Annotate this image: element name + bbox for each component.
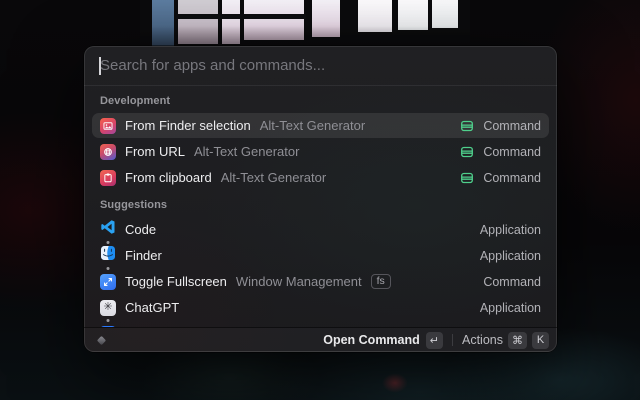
list-item-from-url[interactable]: From URL Alt-Text Generator Command — [92, 139, 549, 164]
alt-text-extension-icon — [460, 171, 474, 185]
list-item-chatgpt[interactable]: ✳ ChatGPT Application — [92, 295, 549, 320]
clipboard-icon — [100, 170, 116, 186]
results-list: Development From Finder selection Alt-Te… — [84, 87, 557, 327]
cmd-key-badge: ⌘ — [508, 332, 527, 349]
finder-icon — [100, 245, 116, 266]
list-item-from-clipboard[interactable]: From clipboard Alt-Text Generator Comman… — [92, 165, 549, 190]
row-title: Finder — [125, 248, 162, 263]
row-title: Toggle Fullscreen — [125, 274, 227, 289]
search-input[interactable] — [84, 46, 557, 85]
list-item-finder[interactable]: Finder Application — [92, 243, 549, 268]
chatgpt-icon: ✳ — [100, 300, 116, 316]
row-title: ChatGPT — [125, 300, 179, 315]
row-subtitle: Alt-Text Generator — [221, 170, 327, 185]
alt-text-extension-icon — [460, 119, 474, 133]
actions-button[interactable]: Actions ⌘ K — [462, 332, 549, 349]
alt-text-extension-icon — [460, 145, 474, 159]
row-title: From clipboard — [125, 170, 212, 185]
running-indicator — [107, 319, 110, 322]
raycast-logo-icon — [94, 333, 109, 348]
text-caret — [99, 57, 101, 75]
row-type: Command — [483, 119, 541, 133]
row-subtitle: Alt-Text Generator — [194, 144, 300, 159]
row-type: Application — [480, 301, 541, 315]
vscode-icon — [100, 219, 116, 240]
row-type: Application — [480, 223, 541, 237]
globe-icon — [100, 144, 116, 160]
list-item-code[interactable]: Code Application — [92, 217, 549, 242]
row-subtitle: Alt-Text Generator — [260, 118, 366, 133]
footer-divider — [452, 334, 453, 346]
row-subtitle: Window Management — [236, 274, 362, 289]
row-title: Code — [125, 222, 156, 237]
running-indicator — [107, 241, 110, 244]
list-item-from-finder-selection[interactable]: From Finder selection Alt-Text Generator… — [92, 113, 549, 138]
row-type: Command — [483, 171, 541, 185]
row-type: Command — [483, 145, 541, 159]
row-title: From URL — [125, 144, 185, 159]
open-command-button[interactable]: Open Command — [323, 333, 420, 347]
search-bar — [84, 46, 557, 86]
fullscreen-icon — [100, 274, 116, 290]
alt-text-image-icon — [100, 118, 116, 134]
row-type: Application — [480, 249, 541, 263]
k-key-badge: K — [532, 332, 549, 349]
enter-key-badge: ↵ — [426, 332, 443, 349]
section-header-development: Development — [92, 87, 549, 113]
row-title: From Finder selection — [125, 118, 251, 133]
row-type: Command — [483, 275, 541, 289]
actions-label: Actions — [462, 333, 503, 347]
running-indicator — [107, 267, 110, 270]
launcher-window: Development From Finder selection Alt-Te… — [84, 46, 557, 352]
list-item-toggle-fullscreen[interactable]: Toggle Fullscreen Window Management fs C… — [92, 269, 549, 294]
footer-bar: Open Command ↵ Actions ⌘ K — [84, 327, 557, 352]
alias-badge: fs — [371, 274, 391, 290]
section-header-suggestions: Suggestions — [92, 191, 549, 217]
